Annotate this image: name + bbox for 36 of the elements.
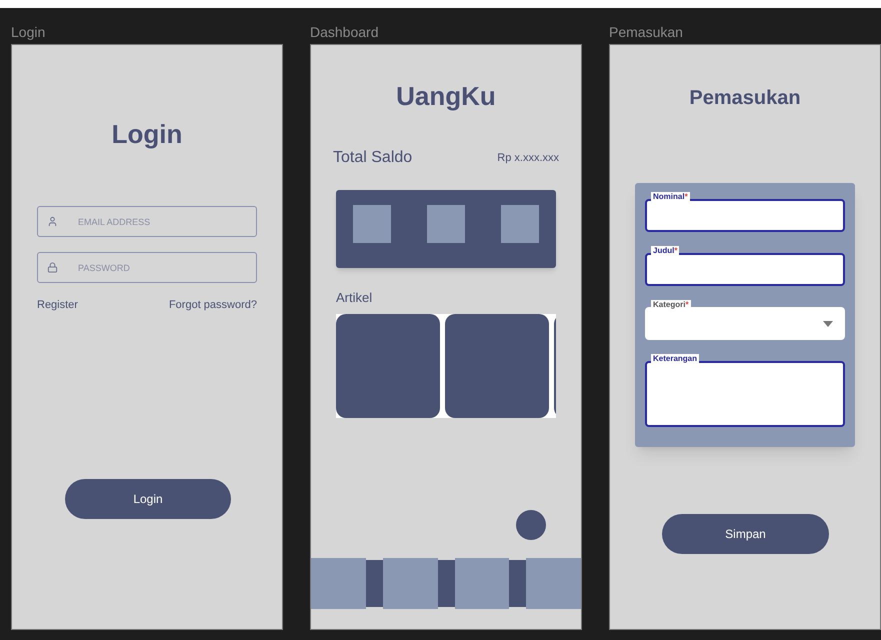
field-label: Judul* [651, 246, 680, 256]
user-icon [47, 216, 58, 227]
login-button[interactable]: Login [65, 479, 231, 519]
nav-tab[interactable] [526, 558, 581, 609]
save-button[interactable]: Simpan [662, 514, 829, 554]
screen-title: Pemasukan [689, 86, 801, 111]
input-field[interactable] [645, 361, 845, 427]
field-label: Kategori* [651, 300, 691, 310]
app-title: UangKu [396, 80, 496, 113]
article-card[interactable] [336, 314, 440, 418]
balance-label: Total Saldo [333, 148, 412, 168]
input-field[interactable] [645, 253, 845, 286]
input-field[interactable]: EMAIL ADDRESS [37, 206, 257, 237]
dropdown-field[interactable] [645, 307, 845, 340]
caret-icon [823, 320, 833, 326]
link[interactable]: Forgot password? [168, 297, 257, 314]
nav-tab[interactable] [382, 558, 438, 609]
menu-tile[interactable] [353, 205, 391, 243]
field-label: Keterangan [651, 354, 700, 364]
screen-title: Login [112, 118, 182, 151]
section-title: Artikel [336, 289, 374, 307]
input-field[interactable] [645, 199, 845, 232]
menu-tile[interactable] [427, 205, 465, 243]
balance-value: Rp x.xxx.xxx [497, 150, 559, 166]
field-label: Nominal* [651, 192, 690, 202]
article-card[interactable] [445, 314, 549, 418]
lock-icon [47, 262, 58, 273]
frame-label: Pemasukan [609, 23, 684, 42]
input-field[interactable]: PASSWORD [37, 252, 257, 283]
link[interactable]: Register [37, 297, 78, 314]
floating-action-button[interactable] [516, 510, 546, 540]
menu-tile[interactable] [501, 205, 539, 243]
frame-label: Login [11, 23, 46, 42]
frame-label: Dashboard [310, 23, 380, 42]
nav-tab[interactable] [311, 558, 366, 609]
nav-tab[interactable] [454, 558, 510, 609]
